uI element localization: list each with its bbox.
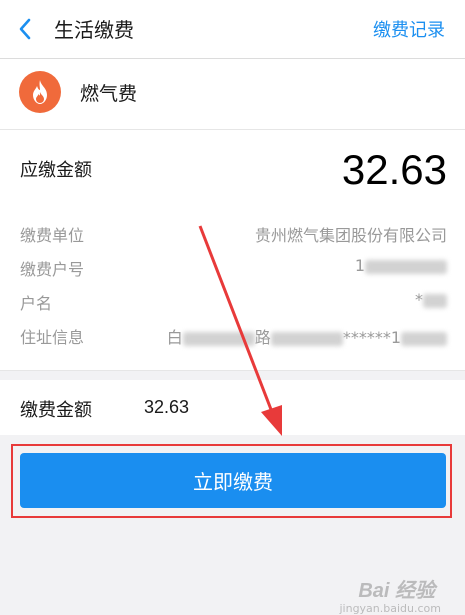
service-name: 燃气费 bbox=[80, 83, 138, 105]
back-button[interactable] bbox=[12, 15, 38, 43]
due-amount-label: 应缴金额 bbox=[20, 160, 92, 181]
address-prefix: 白 bbox=[166, 328, 183, 347]
account-name-label: 户名 bbox=[20, 294, 53, 313]
pay-now-button[interactable]: 立即缴费 bbox=[20, 453, 446, 508]
page-title: 生活缴费 bbox=[54, 18, 134, 42]
payment-amount-label: 缴费金额 bbox=[20, 400, 92, 421]
flame-icon bbox=[19, 71, 61, 113]
account-name-value: * bbox=[415, 290, 447, 309]
account-number-value: 1 bbox=[355, 256, 447, 275]
account-number-label: 缴费户号 bbox=[20, 260, 85, 279]
watermark-logo: Bai 经验 bbox=[358, 580, 435, 602]
redacted-blur bbox=[182, 331, 255, 346]
address-value: 白 路 ******1 bbox=[167, 324, 447, 348]
watermark-url: jingyan.baidu.com bbox=[339, 602, 441, 615]
address-label: 住址信息 bbox=[20, 328, 85, 347]
due-amount-value: 32.63 bbox=[341, 146, 447, 193]
redacted-blur bbox=[423, 293, 447, 308]
biller-value: 贵州燃气集团股份有限公司 bbox=[254, 226, 447, 245]
payment-records-link[interactable]: 缴费记录 bbox=[373, 16, 445, 42]
bill-details: 应缴金额 32.63 缴费单位 贵州燃气集团股份有限公司 缴费户号 1 户名 *… bbox=[0, 130, 465, 371]
header-bar: 生活缴费 缴费记录 bbox=[0, 0, 465, 59]
payment-amount-value: 32.63 bbox=[144, 397, 190, 417]
service-row: 燃气费 bbox=[0, 59, 465, 130]
account-number-prefix: 1 bbox=[354, 256, 365, 275]
address-mid2: ******1 bbox=[342, 328, 401, 347]
biller-label: 缴费单位 bbox=[20, 226, 85, 245]
redacted-blur bbox=[270, 331, 343, 346]
redacted-blur bbox=[365, 259, 447, 274]
account-name-prefix: * bbox=[415, 290, 423, 309]
redacted-blur bbox=[401, 331, 447, 346]
address-mid: 路 bbox=[254, 328, 271, 347]
chevron-left-icon bbox=[19, 18, 31, 40]
payment-amount-row: 缴费金额 32.63 bbox=[0, 380, 465, 435]
